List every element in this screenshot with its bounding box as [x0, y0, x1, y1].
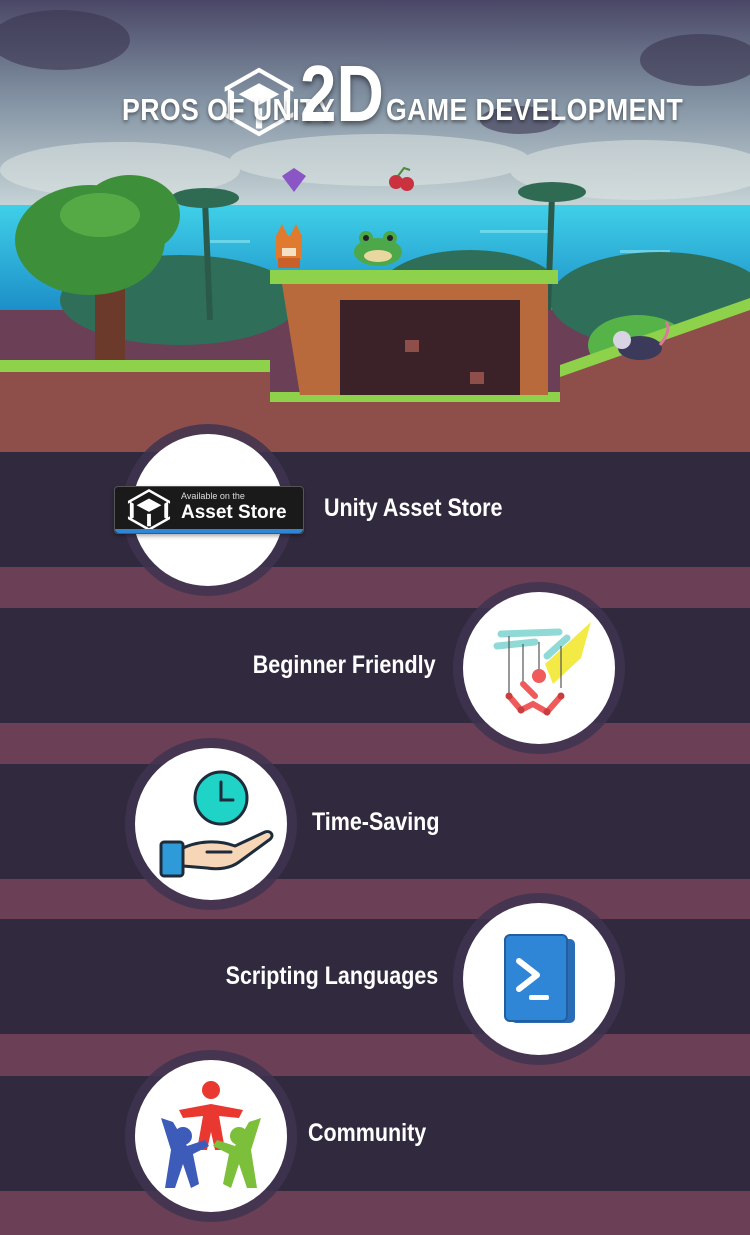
unity-cube-icon [127, 488, 171, 532]
hand-with-clock-icon [159, 770, 274, 878]
badge-asset-store-text: Asset Store [181, 502, 287, 523]
time-saving-circle [125, 738, 297, 910]
community-circle [125, 1050, 297, 1222]
label-time-saving: Time-Saving [312, 808, 440, 836]
label-unity-asset-store: Unity Asset Store [324, 494, 503, 522]
scripting-circle [453, 893, 625, 1065]
infographic: PROS OF UNITY 2D GAME DEVELOPMENT Availa… [0, 0, 750, 1235]
page-title: PROS OF UNITY 2D GAME DEVELOPMENT [0, 50, 750, 140]
asset-store-badge-icon: Available on the Asset Store [114, 486, 304, 534]
powershell-terminal-icon [504, 934, 575, 1023]
label-community: Community [308, 1119, 427, 1147]
badge-available-text: Available on the [181, 491, 245, 501]
hero-banner: PROS OF UNITY 2D GAME DEVELOPMENT [0, 0, 750, 452]
label-scripting-languages: Scripting Languages [225, 962, 438, 990]
label-beginner-friendly: Beginner Friendly [253, 651, 436, 679]
people-group-icon [161, 1081, 261, 1188]
beginner-circle [453, 582, 625, 754]
marionette-icon [493, 622, 591, 716]
asset-store-circle: Available on the Asset Store [114, 424, 304, 596]
title-suffix: GAME DEVELOPMENT [386, 92, 684, 127]
title-2d: 2D [300, 49, 384, 138]
